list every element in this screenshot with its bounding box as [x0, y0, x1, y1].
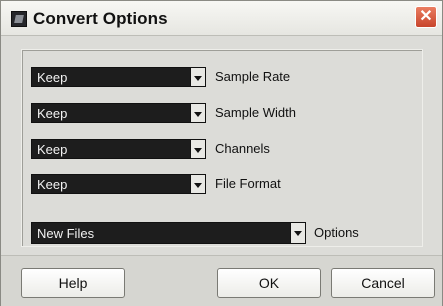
channels-label: Channels — [215, 141, 270, 156]
help-button[interactable]: Help — [21, 268, 125, 298]
app-icon — [11, 11, 27, 27]
button-bar: Help OK Cancel — [1, 255, 442, 306]
convert-options-dialog: Convert Options ✕ Keep Sample Rate Keep … — [0, 0, 443, 306]
options-select[interactable]: New Files — [31, 222, 306, 244]
sample-width-select[interactable]: Keep — [31, 103, 206, 123]
options-label: Options — [314, 225, 359, 240]
chevron-down-icon[interactable] — [190, 175, 205, 193]
sample-width-label: Sample Width — [215, 105, 296, 120]
close-button[interactable]: ✕ — [415, 6, 437, 28]
title-bar[interactable]: Convert Options ✕ — [1, 1, 442, 36]
dialog-title: Convert Options — [33, 9, 168, 28]
chevron-down-icon[interactable] — [190, 140, 205, 158]
file-format-label: File Format — [215, 176, 281, 191]
channels-select[interactable]: Keep — [31, 139, 206, 159]
sample-rate-value: Keep — [37, 69, 68, 85]
ok-button[interactable]: OK — [217, 268, 321, 298]
chevron-down-icon[interactable] — [190, 68, 205, 86]
cancel-button[interactable]: Cancel — [331, 268, 435, 298]
sample-width-value: Keep — [37, 105, 68, 121]
close-icon: ✕ — [419, 8, 433, 25]
sample-rate-select[interactable]: Keep — [31, 67, 206, 87]
options-value: New Files — [37, 225, 95, 241]
sample-rate-label: Sample Rate — [215, 69, 291, 84]
chevron-down-icon[interactable] — [290, 223, 305, 243]
chevron-down-icon[interactable] — [190, 104, 205, 122]
channels-value: Keep — [37, 141, 68, 157]
file-format-value: Keep — [37, 176, 68, 192]
file-format-select[interactable]: Keep — [31, 174, 206, 194]
